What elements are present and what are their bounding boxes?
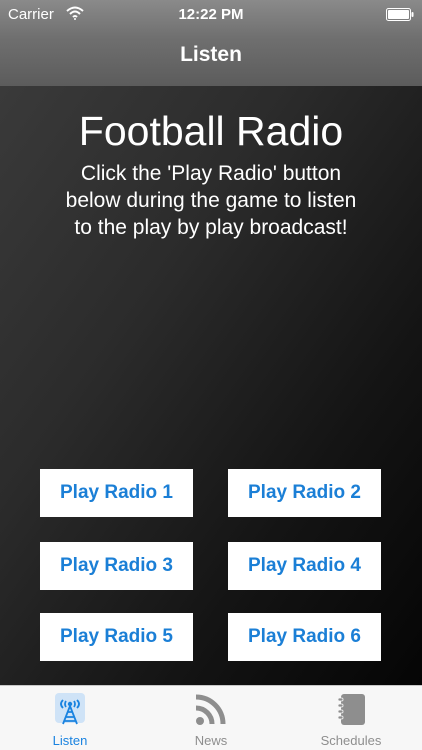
nav-title: Listen — [180, 43, 242, 66]
tab-listen-label: Listen — [52, 733, 88, 748]
tab-news-label: News — [194, 733, 228, 748]
page-description: Click the 'Play Radio' button below duri… — [65, 162, 357, 239]
header: Carrier 12:22 PM Listen — [0, 0, 422, 86]
listen-content: Football Radio Click the 'Play Radio' bu… — [0, 86, 422, 685]
tab-bar: Listen News Schedules — [0, 685, 422, 750]
play-radio-6-button[interactable]: Play Radio 6 — [228, 613, 381, 661]
status-time: 12:22 PM — [178, 6, 244, 23]
play-radio-5-button[interactable]: Play Radio 5 — [40, 613, 193, 661]
page-title: Football Radio — [78, 108, 344, 154]
tab-listen[interactable]: Listen — [0, 686, 140, 750]
radio-tower-icon — [55, 693, 85, 725]
play-radio-2-button[interactable]: Play Radio 2 — [228, 469, 381, 517]
battery-icon — [386, 8, 414, 21]
notebook-icon — [337, 694, 365, 725]
tab-schedules-label: Schedules — [320, 733, 382, 748]
play-radio-3-button[interactable]: Play Radio 3 — [40, 542, 193, 590]
status-bar: Carrier 12:22 PM — [0, 0, 422, 30]
tab-news[interactable]: News — [141, 686, 281, 750]
tab-schedules[interactable]: Schedules — [281, 686, 421, 750]
rss-icon — [195, 694, 226, 725]
app-screen: Carrier 12:22 PM Listen Football Radio C… — [0, 0, 422, 750]
play-radio-4-button[interactable]: Play Radio 4 — [228, 542, 381, 590]
play-radio-1-button[interactable]: Play Radio 1 — [40, 469, 193, 517]
